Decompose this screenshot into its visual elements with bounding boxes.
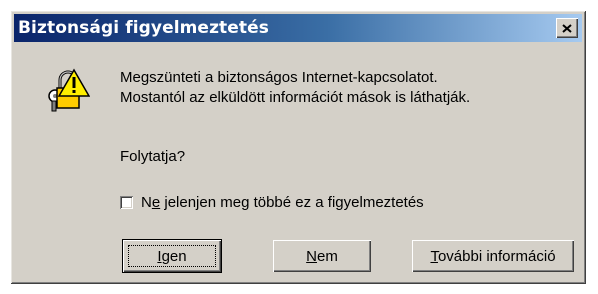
yes-button-label: Igen (157, 247, 187, 265)
security-warning-dialog: Biztonsági figyelmeztetés Megszünteti a … (10, 10, 586, 284)
more-info-button[interactable]: További információ (412, 240, 574, 272)
title-bar[interactable]: Biztonsági figyelmeztetés (14, 14, 582, 42)
message-line-2: Mostantól az elküldött információt mások… (120, 89, 471, 106)
close-icon (562, 23, 572, 33)
yes-button[interactable]: Igen (123, 240, 221, 272)
more-info-button-label: További információ (430, 247, 556, 265)
no-button-label: Nem (306, 247, 338, 265)
window-title: Biztonsági figyelmeztetés (18, 18, 269, 38)
message-line-1: Megszünteti a biztonságos Internet-kapcs… (120, 69, 438, 86)
warning-message: Megszünteti a biztonságos Internet-kapcs… (120, 68, 470, 108)
dont-show-again-label[interactable]: Ne jelenjen meg többé ez a figyelmezteté… (141, 194, 424, 211)
dont-show-again-option[interactable]: Ne jelenjen meg többé ez a figyelmezteté… (120, 194, 424, 211)
continue-question: Folytatja? (120, 148, 186, 165)
dont-show-again-checkbox[interactable] (120, 196, 133, 209)
security-warning-icon (46, 66, 91, 114)
close-button[interactable] (556, 18, 578, 38)
no-button[interactable]: Nem (273, 240, 371, 272)
